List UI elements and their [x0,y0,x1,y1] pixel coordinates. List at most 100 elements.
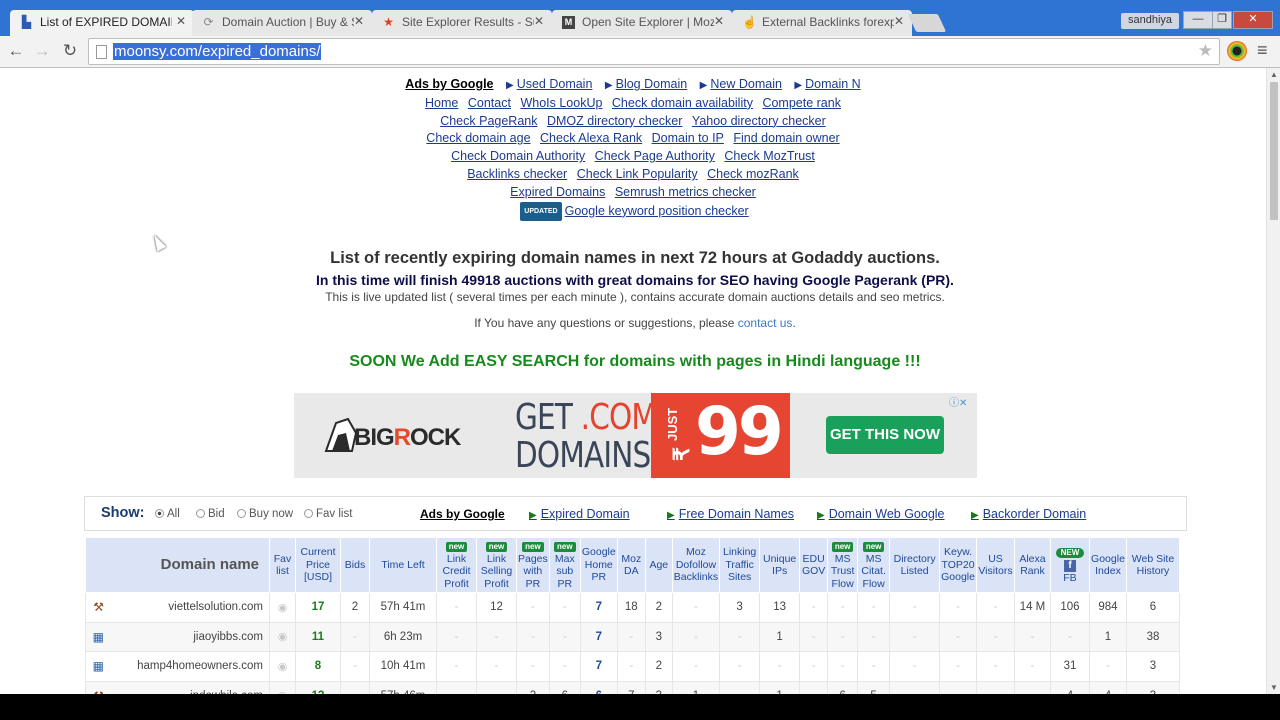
nav-link-domain-authority[interactable]: Check Domain Authority [451,149,585,163]
forward-icon[interactable]: → [31,40,53,62]
back-icon[interactable]: ← [5,40,27,62]
user-badge[interactable]: sandhiya [1121,13,1180,29]
nav-link-link-popularity[interactable]: Check Link Popularity [577,167,698,181]
close-tab-icon[interactable]: ✕ [894,14,904,28]
nav-link-dmoz[interactable]: DMOZ directory checker [547,114,682,128]
scroll-thumb[interactable] [1270,82,1278,220]
nav-link-backlinks[interactable]: Backlinks checker [467,167,567,181]
tab-site-explorer[interactable]: ★ Site Explorer Results - Sur ✕ [372,10,552,36]
scroll-up-icon[interactable]: ▲ [1270,70,1278,79]
minimize-button[interactable]: — [1183,11,1213,29]
nav-link-moztrust[interactable]: Check MozTrust [724,149,815,163]
col-moz-da[interactable]: Moz DA [616,537,646,593]
nav-link-domain-owner[interactable]: Find domain owner [733,131,839,145]
col-ms-trust-flow[interactable]: new MS Trust Flow [827,537,859,593]
domain-name[interactable]: indowhile.com [190,690,263,694]
col-fav-list[interactable]: Fav list [269,537,296,593]
ad-link[interactable]: Blog Domain [616,77,688,91]
nav-link-domain-age[interactable]: Check domain age [426,131,530,145]
menu-icon[interactable]: ≡ [1257,40,1268,61]
col-edu-gov[interactable]: EDU GOV [799,537,829,593]
nav-link-alexa[interactable]: Check Alexa Rank [540,131,642,145]
nav-link-keyword-position[interactable]: Google keyword position checker [565,204,749,218]
url-text[interactable]: moonsy.com/expired_domains/ [113,43,322,60]
close-tab-icon[interactable]: ✕ [534,14,544,28]
ad-link-backorder-domain[interactable]: ▶ Backorder Domain [971,507,1086,521]
col-bids[interactable]: Bids [340,537,370,593]
vertical-scrollbar[interactable]: ▲ ▼ [1266,68,1280,694]
table-row[interactable]: ▦ jiaoyibbs.com ◉ 11-6h 23m - - - -7-3- -1- - - - - -… [85,621,1180,652]
extension-icon[interactable] [1227,41,1247,61]
get-this-now-button[interactable]: GET THIS NOW [826,416,944,454]
nav-link-pagerank[interactable]: Check PageRank [440,114,537,128]
col-max-sub-pr[interactable]: new Max sub PR [548,537,581,593]
nav-link-mozrank[interactable]: Check mozRank [707,167,799,181]
tab-domain-auction[interactable]: ⟳ Domain Auction | Buy & S ✕ [192,10,372,36]
nav-link-expired-domains[interactable]: Expired Domains [510,185,605,199]
maximize-button[interactable]: ❐ [1212,11,1232,29]
filter-fav-list-radio[interactable]: Fav list [304,508,352,520]
col-google-index[interactable]: Google Index [1088,537,1127,593]
eye-icon[interactable]: ◉ [278,690,288,694]
domain-cell[interactable]: ⚒ indowhile.com [85,680,270,694]
ad-link[interactable]: Domain N [805,77,861,91]
ads-by-google-label[interactable]: Ads by Google [405,77,493,91]
close-tab-icon[interactable]: ✕ [354,14,364,28]
new-tab-button[interactable] [907,14,947,32]
fav-cell[interactable]: ◉ [269,621,296,652]
domain-name[interactable]: hamp4homeowners.com [137,660,263,672]
domain-name[interactable]: viettelsolution.com [168,601,263,613]
table-row[interactable]: ⚒ viettelsolution.com ◉ 17 2 57h 41m -12- -7 18 2… [85,592,1180,623]
col-link-selling-profit[interactable]: new Link Selling Profit [476,537,517,593]
domain-name[interactable]: jiaoyibbs.com [193,631,263,643]
nav-link-availability[interactable]: Check domain availability [612,96,753,110]
col-alexa-rank[interactable]: Alexa Rank [1013,537,1051,593]
col-keyw-top20[interactable]: Keyw. TOP20 Google [939,537,977,593]
bookmark-star-icon[interactable]: ★ [1198,41,1213,61]
fav-cell[interactable]: ◉ [269,651,296,682]
ad-link-expired-domain[interactable]: ▶ Expired Domain [529,507,630,521]
domain-cell[interactable]: ▦ hamp4homeowners.com [85,651,270,682]
nav-link-page-authority[interactable]: Check Page Authority [595,149,715,163]
ad-link[interactable]: New Domain [710,77,782,91]
close-tab-icon[interactable]: ✕ [714,14,724,28]
col-ms-citat-flow[interactable]: new MS Citat. Flow [857,537,891,593]
col-age[interactable]: Age [644,537,673,593]
ad-link[interactable]: Used Domain [517,77,593,91]
nav-link-home[interactable]: Home [425,96,458,110]
col-domain-name[interactable]: Domain name [85,537,270,593]
nav-link-semrush[interactable]: Semrush metrics checker [615,185,756,199]
filter-bid-radio[interactable]: Bid [196,508,225,520]
adchoices-icon[interactable]: ⓘ✕ [949,394,967,409]
col-pages-with-pr[interactable]: new Pages with PR [516,537,550,593]
col-linking-sites[interactable]: Linking Traffic Sites [719,537,761,593]
nav-link-contact[interactable]: Contact [468,96,511,110]
ad-link-free-domain-names[interactable]: ▶ Free Domain Names [667,507,794,521]
domain-cell[interactable]: ▦ jiaoyibbs.com [85,621,270,652]
eye-icon[interactable]: ◉ [278,661,288,673]
reload-icon[interactable]: ↻ [59,40,81,62]
address-bar[interactable]: moonsy.com/expired_domains/ ★ [88,38,1220,65]
nav-link-domain-ip[interactable]: Domain to IP [652,131,724,145]
col-unique-ips[interactable]: Unique IPs [759,537,801,593]
col-current-price[interactable]: Current Price [USD] [295,537,341,593]
nav-link-yahoo[interactable]: Yahoo directory checker [692,114,826,128]
nav-link-compete-rank[interactable]: Compete rank [762,96,841,110]
col-us-visitors[interactable]: US Visitors [975,537,1015,593]
tab-expired-domains[interactable]: ▙ List of EXPIRED DOMAINS ✕ [10,10,194,36]
col-link-credit-profit[interactable]: new Link Credit Profit [436,537,477,593]
table-row[interactable]: ⚒indowhile.com◉13-57h 46m--266731-1-65--… [85,680,1180,694]
col-directory-listed[interactable]: Directory Listed [889,537,941,593]
eye-icon[interactable]: ◉ [278,602,288,614]
col-web-history[interactable]: Web Site History [1125,537,1180,593]
close-tab-icon[interactable]: ✕ [176,14,186,28]
ad-link-domain-web-google[interactable]: ▶ Domain Web Google [817,507,945,521]
fav-cell[interactable]: ◉ [269,680,296,694]
contact-us-link[interactable]: contact us [738,316,793,330]
eye-icon[interactable]: ◉ [278,631,288,643]
domain-cell[interactable]: ⚒ viettelsolution.com [85,592,270,623]
fav-cell[interactable]: ◉ [269,592,296,623]
banner-ad[interactable]: BIGROCK GET .COM DOMAINS JUST ₹ 99 GET T… [294,393,977,478]
filter-buy-now-radio[interactable]: Buy now [237,508,293,520]
tab-external-backlinks[interactable]: ☝ External Backlinks forexpe ✕ [732,10,912,36]
